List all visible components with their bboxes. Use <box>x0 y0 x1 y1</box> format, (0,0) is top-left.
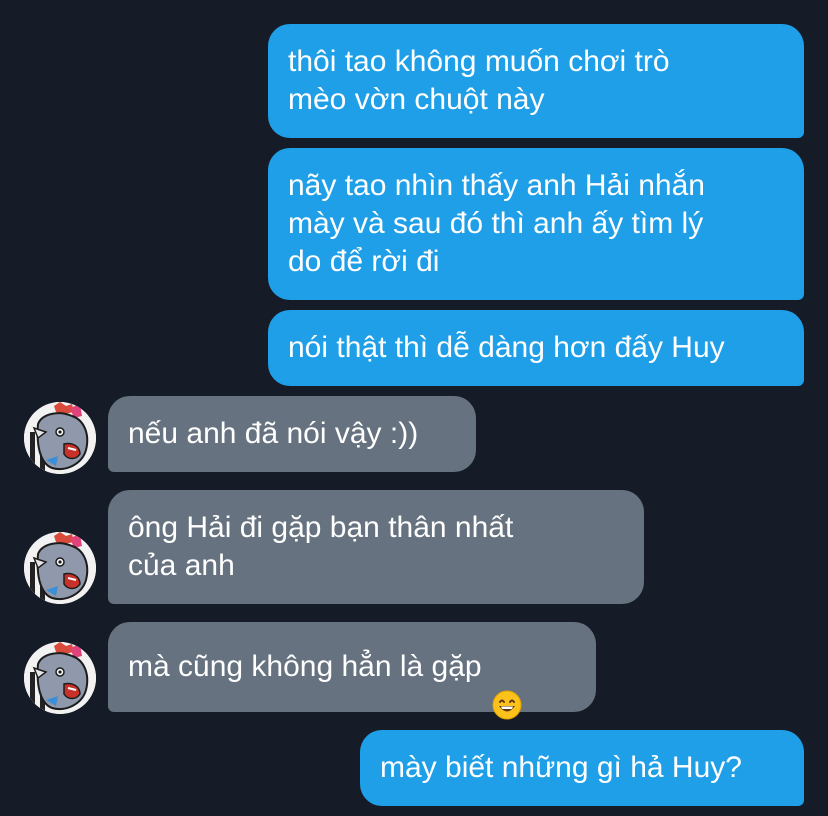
rhino-avatar-icon <box>24 532 96 604</box>
grinning-face-emoji-icon <box>492 652 522 720</box>
message-text: thôi tao không muốn chơi trò mèo vờn chu… <box>288 45 670 116</box>
message-text: nói thật thì dễ dàng hơn đấy Huy <box>288 331 725 364</box>
sender-avatar[interactable] <box>24 532 96 604</box>
chat-thread[interactable]: thôi tao không muốn chơi trò mèo vờn chu… <box>0 0 828 816</box>
message-bubble-outgoing[interactable]: mày biết những gì hả Huy? <box>360 730 804 806</box>
message-bubble-incoming[interactable]: ông Hải đi gặp bạn thân nhất của anh <box>108 490 644 604</box>
message-text: ông Hải đi gặp bạn thân nhất của anh <box>128 511 514 582</box>
message-bubble-outgoing[interactable]: nói thật thì dễ dàng hơn đấy Huy <box>268 310 804 386</box>
message-bubble-outgoing[interactable]: thôi tao không muốn chơi trò mèo vờn chu… <box>268 24 804 138</box>
rhino-avatar-icon <box>24 642 96 714</box>
message-bubble-incoming[interactable]: nếu anh đã nói vậy :)) <box>108 396 476 472</box>
message-text: mày biết những gì hả Huy? <box>380 751 742 784</box>
message-text: nếu anh đã nói vậy :)) <box>128 417 419 450</box>
message-text: mà cũng không hẳn là gặp <box>128 650 482 683</box>
message-bubble-outgoing[interactable]: nãy tao nhìn thấy anh Hải nhắn mày và sa… <box>268 148 804 300</box>
sender-avatar[interactable] <box>24 402 96 474</box>
rhino-avatar-icon <box>24 402 96 474</box>
message-text: nãy tao nhìn thấy anh Hải nhắn mày và sa… <box>288 169 705 278</box>
message-bubble-incoming[interactable]: mà cũng không hẳn là gặp <box>108 622 596 720</box>
sender-avatar[interactable] <box>24 642 96 714</box>
